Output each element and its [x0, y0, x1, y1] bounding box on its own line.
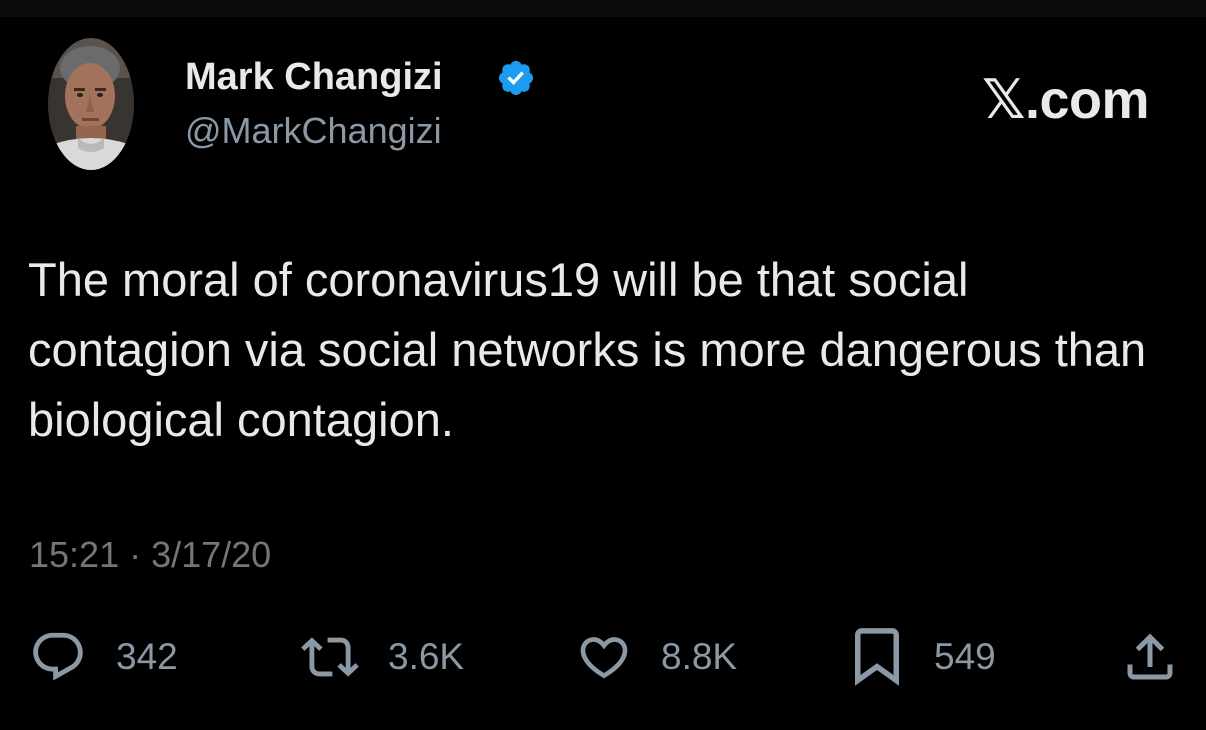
bookmark-button[interactable]: 549 — [855, 625, 996, 689]
repost-count: 3.6K — [388, 636, 465, 677]
reply-icon — [33, 632, 83, 681]
bookmark-count: 549 — [934, 636, 996, 677]
author-handle[interactable]: @MarkChangizi — [185, 109, 442, 153]
reply-button[interactable]: 342 — [29, 625, 178, 689]
share-button[interactable] — [1120, 625, 1180, 689]
bookmark-icon — [855, 628, 899, 686]
tweet-text: The moral of coronavirus19 will be that … — [28, 253, 1147, 446]
tweet-timestamp[interactable]: 15:21 · 3/17/20 — [29, 533, 271, 577]
verified-badge-icon — [496, 58, 536, 98]
share-icon — [1127, 633, 1173, 680]
heart-icon — [580, 637, 628, 679]
like-button[interactable]: 8.8K — [576, 625, 737, 689]
avatar-photo — [48, 38, 134, 170]
repost-button[interactable]: 3.6K — [296, 625, 464, 689]
author-avatar[interactable] — [48, 38, 134, 170]
x-com-logo: 𝕏.com — [981, 70, 1150, 130]
author-name[interactable]: Mark Changizi — [185, 54, 443, 100]
top-strip — [0, 0, 1206, 17]
like-count: 8.8K — [661, 636, 738, 677]
repost-icon — [301, 637, 359, 677]
reply-count: 342 — [116, 636, 178, 677]
